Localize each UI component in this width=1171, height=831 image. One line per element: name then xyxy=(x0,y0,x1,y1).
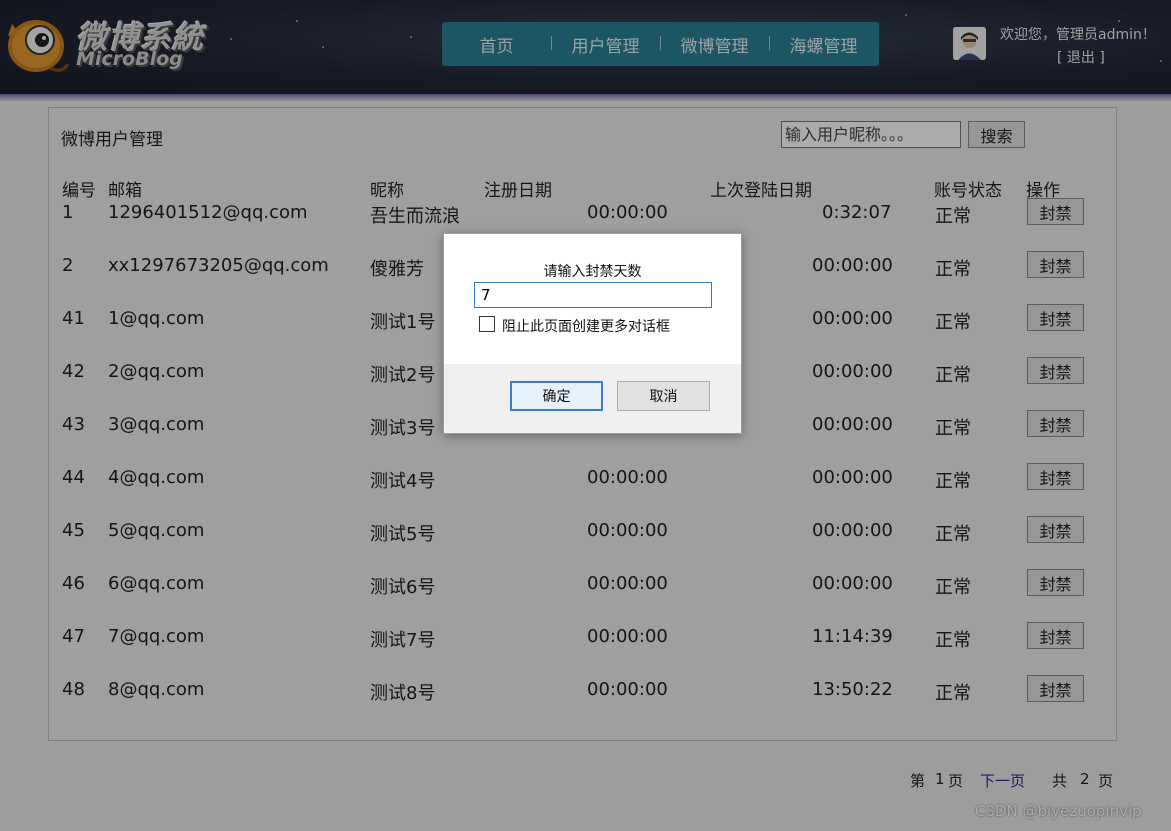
ok-button[interactable]: 确定 xyxy=(510,381,603,411)
prevent-dialogs-label: 阻止此页面创建更多对话框 xyxy=(502,319,670,335)
prevent-dialogs-checkbox[interactable] xyxy=(479,316,495,332)
cancel-button[interactable]: 取消 xyxy=(617,381,710,411)
prompt-dialog: 请输入封禁天数 阻止此页面创建更多对话框 确定 取消 xyxy=(443,233,742,434)
dialog-message: 请输入封禁天数 xyxy=(543,264,642,280)
ban-days-input[interactable] xyxy=(474,282,712,308)
